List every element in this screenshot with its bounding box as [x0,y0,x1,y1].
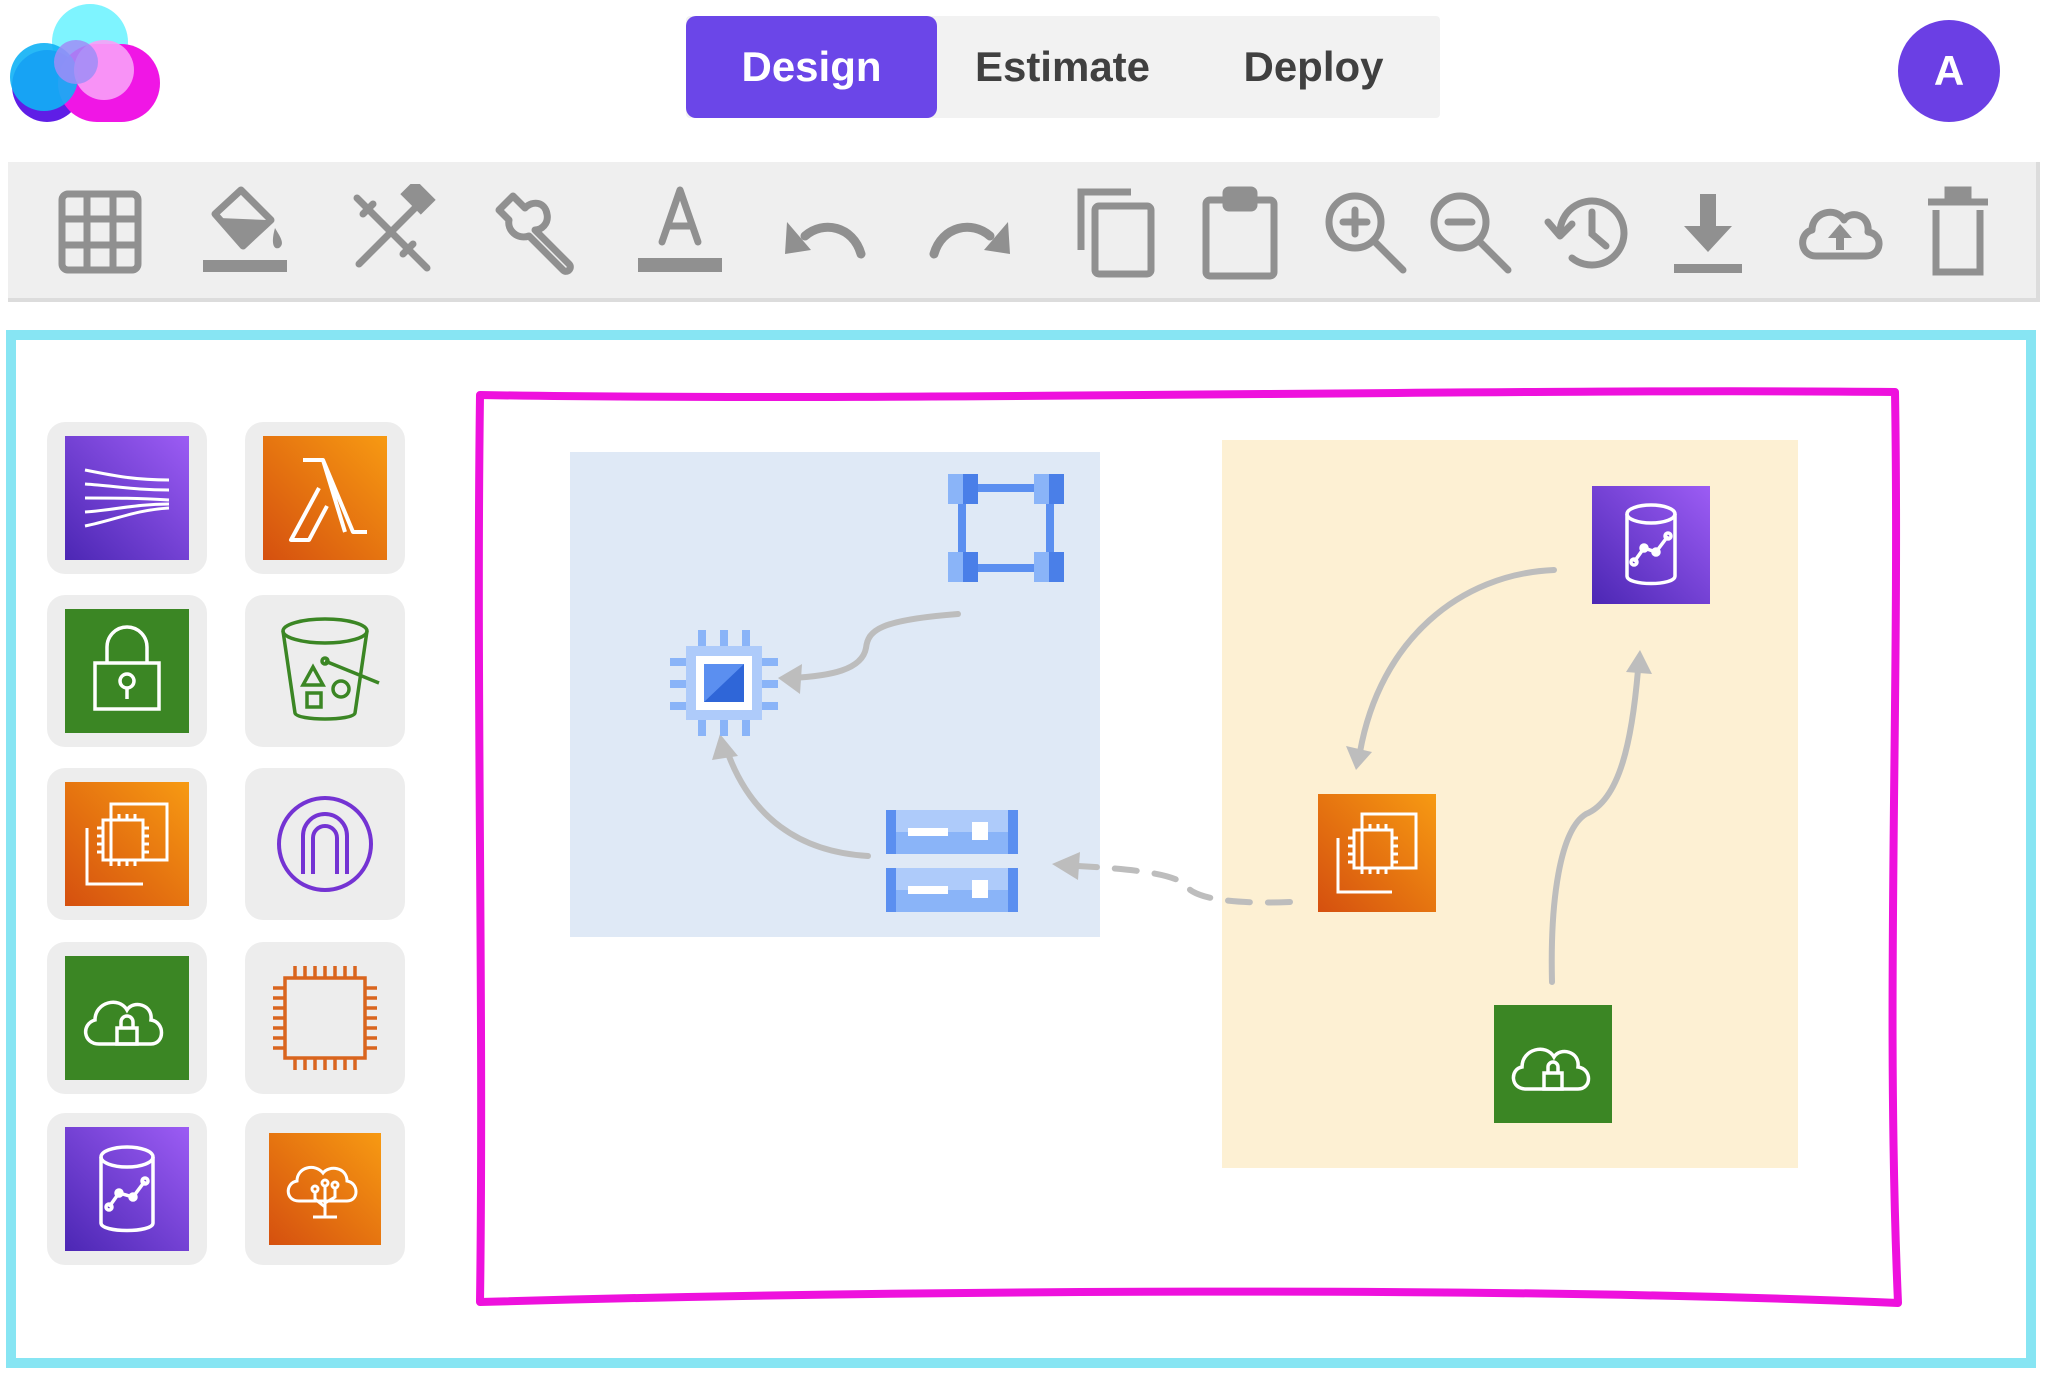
gcp-network-node[interactable] [946,472,1066,584]
undo-icon [785,222,866,259]
user-avatar[interactable]: A [1898,20,2000,122]
fill-color-button[interactable] [193,180,297,284]
kinesis-icon [65,436,189,560]
zoom-out-button[interactable] [1418,180,1522,284]
history-button[interactable] [1538,180,1642,284]
undo-button[interactable] [773,180,877,284]
zoom-in-icon [1325,192,1407,274]
download-button[interactable] [1656,180,1760,284]
design-tools-button[interactable] [339,180,443,284]
s3-bucket-icon [281,617,380,721]
gcp-storage-node[interactable] [884,806,1020,918]
gcp-storage-icon [886,810,1018,912]
gcp-network-icon [948,474,1064,582]
paste-icon [1202,186,1278,280]
mode-tabs: Design Estimate Deploy [686,16,1440,118]
copy-icon [1077,188,1155,278]
aws-ec2-node[interactable] [1318,794,1436,912]
wrench-icon [495,192,574,275]
download-icon [1674,194,1742,273]
tab-design[interactable]: Design [686,16,937,118]
timestream-database-icon [65,1127,189,1251]
cpu-chip-icon [273,966,377,1070]
redo-button[interactable] [918,180,1022,284]
history-icon [1544,197,1628,269]
text-color-button[interactable] [628,180,732,284]
tab-deploy[interactable]: Deploy [1188,16,1439,118]
gcp-cpu-node[interactable] [668,628,780,738]
palette-item-ec2[interactable] [47,768,207,920]
aws-ec2-icon [1318,794,1436,912]
lambda-icon [263,436,387,560]
app-logo[interactable] [8,2,160,127]
palette-item-api-gateway[interactable] [245,768,405,920]
aws-database-icon [1592,486,1710,604]
paint-bucket-icon [203,186,287,272]
palette-item-kinesis[interactable] [47,422,207,574]
design-tools-icon [353,184,436,272]
aws-database-node[interactable] [1592,486,1710,604]
cloud-upload-button[interactable] [1788,180,1892,284]
aws-vpn-cloud-icon [1494,1005,1612,1123]
copy-button[interactable] [1063,180,1167,284]
zoom-out-icon [1430,192,1512,274]
palette-item-vpn[interactable] [47,942,207,1094]
gcp-cpu-icon [670,630,778,736]
grid-icon [58,190,142,274]
tab-estimate[interactable]: Estimate [937,16,1188,118]
toolbar [8,162,2040,302]
delete-button[interactable] [1906,180,2010,284]
redo-icon [929,222,1010,259]
palette-item-cloud-tree[interactable] [245,1113,405,1265]
paste-button[interactable] [1188,180,1292,284]
vpn-cloud-lock-icon [65,956,189,1080]
api-gateway-icon [277,796,373,892]
palette-item-timestream[interactable] [47,1113,207,1265]
cloud-upload-icon [1799,208,1883,260]
secrets-lock-icon [65,609,189,733]
text-color-icon [638,186,722,272]
cloud-logo-icon [10,4,160,122]
palette-item-lambda[interactable] [245,422,405,574]
palette-item-secrets[interactable] [47,595,207,747]
zoom-in-button[interactable] [1313,180,1417,284]
grid-button[interactable] [48,180,152,284]
cloud-tree-icon [269,1133,381,1245]
palette-item-cpu[interactable] [245,942,405,1094]
ec2-instances-icon [65,782,189,906]
trash-icon [1928,186,1988,276]
settings-button[interactable] [483,180,587,284]
palette-item-s3[interactable] [245,595,405,747]
aws-vpn-node[interactable] [1494,1005,1612,1123]
